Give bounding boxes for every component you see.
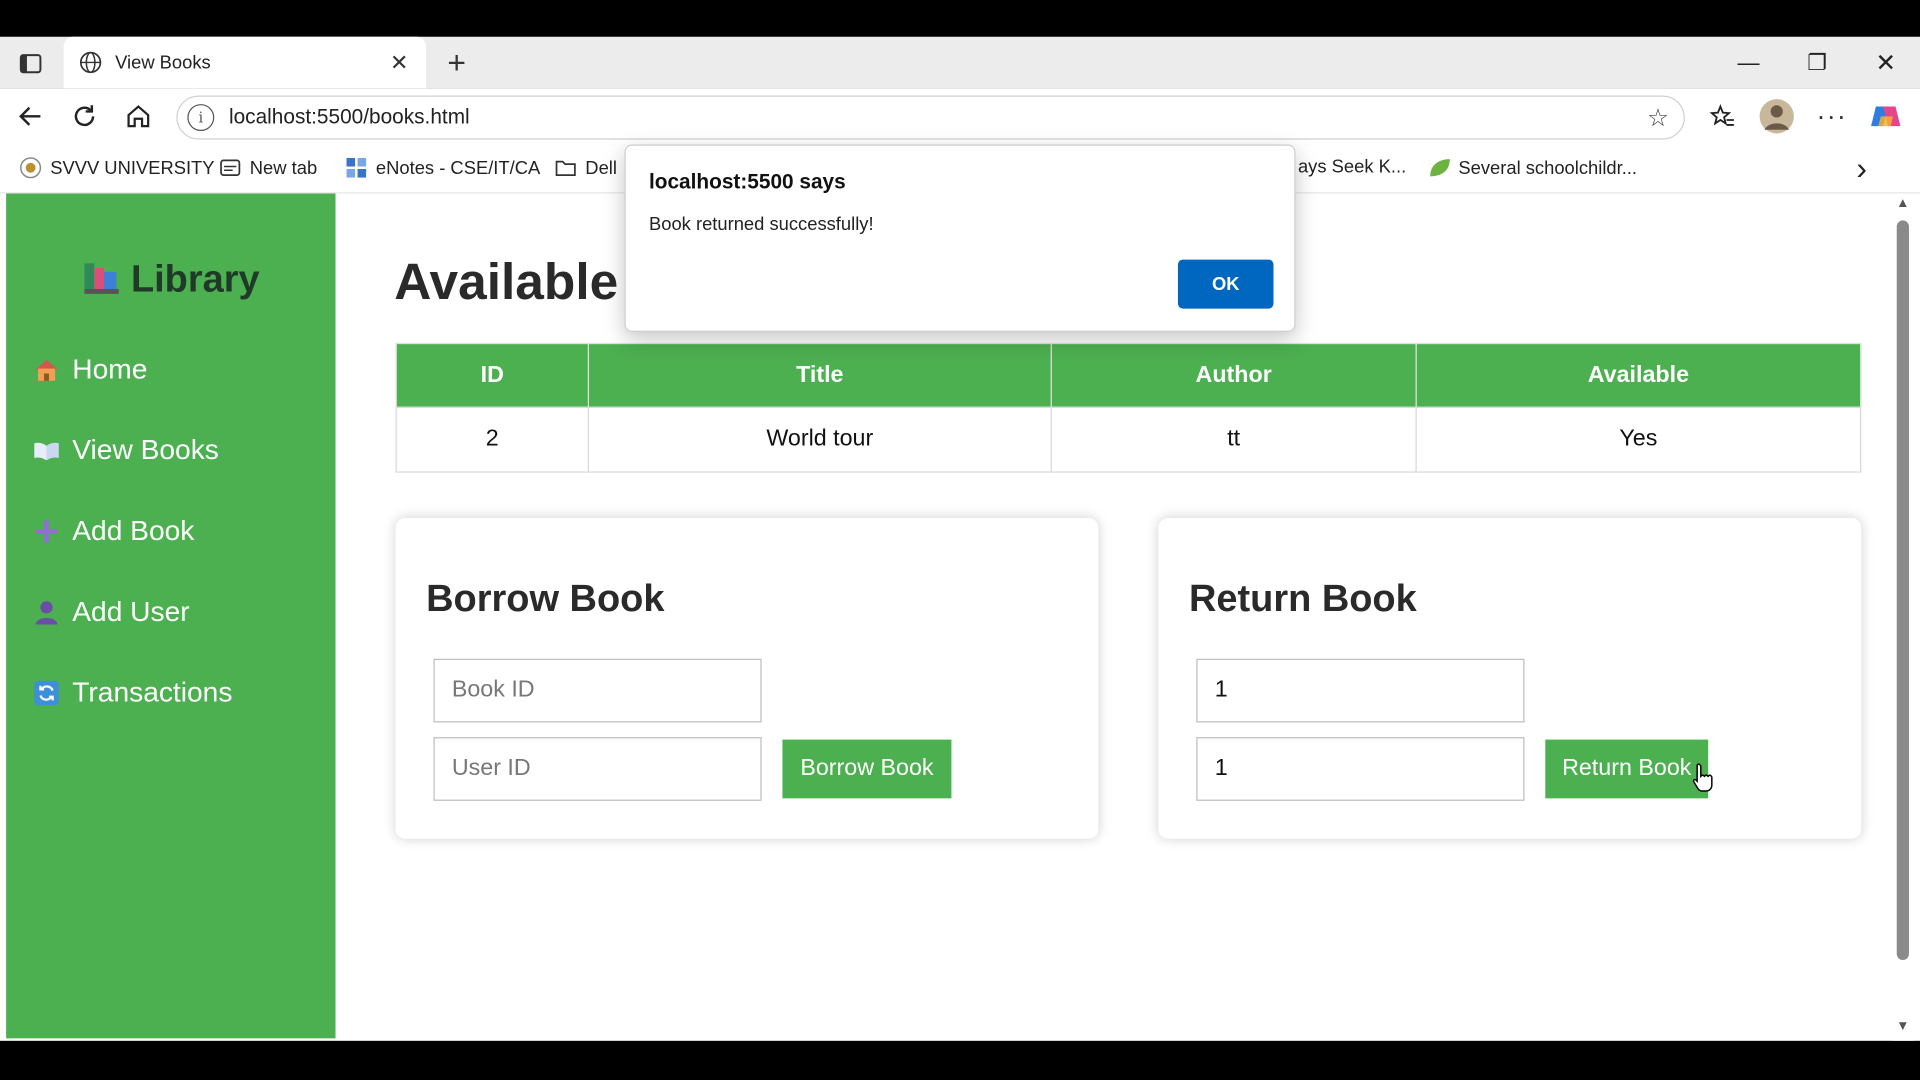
borrow-user-id-input[interactable] [433, 737, 762, 801]
sidebar-item-label: Home [72, 352, 148, 385]
new-tab-icon[interactable]: + [438, 43, 475, 81]
dialog-ok-button[interactable]: OK [1177, 259, 1274, 309]
plus-icon [33, 517, 60, 544]
hand-cursor-icon [1692, 763, 1713, 792]
scroll-thumb[interactable] [1896, 220, 1909, 961]
open-book-icon [33, 437, 60, 464]
dialog-message: Book returned successfully! [648, 214, 874, 236]
bookmark-label: Several schoolchildr... [1458, 157, 1638, 179]
folder-icon [555, 157, 577, 179]
bookmark-enotes[interactable]: eNotes - CSE/IT/CA [345, 157, 540, 179]
return-card: Return Book Return Book [1158, 517, 1862, 839]
sidebar-item-add-book[interactable]: Add Book [33, 514, 194, 547]
column-header-id: ID [395, 342, 589, 408]
house-icon [33, 356, 60, 383]
sidebar-item-transactions[interactable]: Transactions [33, 676, 232, 709]
dialog-title: localhost:5500 says [648, 170, 846, 194]
sidebar-item-label: Add User [72, 595, 190, 627]
globe-icon [78, 50, 102, 74]
return-book-id-input[interactable] [1196, 658, 1525, 723]
sidebar-item-label: Transactions [72, 675, 233, 708]
site-info-icon[interactable]: i [187, 104, 215, 132]
brand: Library [6, 257, 335, 301]
column-header-author: Author [1050, 342, 1417, 408]
back-icon[interactable] [12, 98, 49, 135]
bookmark-seek[interactable]: ays Seek K... [1298, 157, 1406, 178]
return-heading: Return Book [1188, 576, 1417, 620]
nav-bar: i localhost:5500/books.html ☆ ··· [0, 88, 1920, 145]
bookmark-label: Dell [585, 157, 617, 179]
refresh-icon [33, 679, 60, 706]
address-bar[interactable]: i localhost:5500/books.html ☆ [176, 95, 1685, 140]
tab-view-books[interactable]: View Books ✕ [63, 36, 427, 89]
enotes-icon [345, 157, 367, 179]
borrow-card: Borrow Book Borrow Book [395, 517, 1099, 839]
scroll-up-icon[interactable]: ▲ [1896, 196, 1911, 211]
tab-bar: View Books ✕ + — ❐ ✕ [0, 36, 1920, 89]
return-book-button[interactable]: Return Book [1545, 739, 1709, 799]
close-window-icon[interactable]: ✕ [1851, 37, 1920, 88]
column-header-available: Available [1415, 342, 1862, 408]
minimize-icon[interactable]: — [1714, 37, 1783, 88]
reload-icon[interactable] [66, 98, 103, 135]
books-table: ID Title Author Available 2 World tour t… [395, 342, 1862, 473]
return-user-id-input[interactable] [1196, 737, 1525, 801]
cell-id: 2 [395, 406, 589, 473]
favorite-star-icon[interactable]: ☆ [1647, 102, 1669, 133]
user-icon [33, 598, 60, 625]
bookmark-new-tab[interactable]: New tab [219, 157, 317, 179]
close-tab-icon[interactable]: ✕ [387, 50, 411, 76]
bookmark-dell[interactable]: Dell [555, 157, 617, 179]
sidebar-item-add-user[interactable]: Add User [33, 595, 190, 628]
table-header-row: ID Title Author Available [395, 342, 1862, 408]
bookmark-label: SVVV UNIVERSITY [50, 157, 215, 179]
leaf-icon [1428, 157, 1450, 179]
copilot-icon[interactable] [1867, 98, 1904, 135]
scroll-down-icon[interactable]: ▼ [1896, 1019, 1911, 1034]
cell-title: World tour [587, 406, 1052, 473]
more-options-icon[interactable]: ··· [1813, 98, 1850, 135]
bookmark-svvv[interactable]: SVVV UNIVERSITY [20, 157, 215, 179]
borrow-heading: Borrow Book [426, 576, 665, 620]
restore-icon[interactable]: ❐ [1783, 37, 1852, 88]
home-icon[interactable] [120, 98, 157, 135]
cell-available: Yes [1415, 406, 1862, 473]
vertical-scrollbar[interactable]: ▲ ▼ [1891, 193, 1914, 1041]
borrow-book-button[interactable]: Borrow Book [782, 739, 952, 799]
sidebar-item-label: View Books [72, 433, 219, 466]
profile-avatar[interactable] [1758, 98, 1795, 135]
column-header-title: Title [587, 342, 1052, 408]
bookmark-label: New tab [249, 157, 318, 179]
chevron-right-icon[interactable]: › [1856, 149, 1867, 187]
url-text[interactable]: localhost:5500/books.html [229, 105, 1647, 129]
brand-title: Library [130, 257, 260, 301]
university-icon [20, 157, 42, 179]
sidebar: Library Home View Books Add Book Add Use… [6, 193, 336, 1039]
sidebar-item-label: Add Book [72, 514, 195, 547]
sidebar-item-view-books[interactable]: View Books [33, 433, 219, 466]
favorites-icon[interactable] [1704, 98, 1741, 135]
cell-author: tt [1050, 406, 1417, 473]
tab-title: View Books [115, 52, 211, 73]
alert-dialog: localhost:5500 says Book returned succes… [624, 144, 1296, 332]
bookmark-schoolchildren[interactable]: Several schoolchildr... [1428, 157, 1637, 179]
tab-actions-icon[interactable] [12, 45, 49, 82]
bookmark-label: eNotes - CSE/IT/CA [375, 157, 541, 179]
table-row: 2 World tour tt Yes [395, 406, 1862, 473]
borrow-book-id-input[interactable] [433, 658, 762, 723]
newtab-icon [219, 157, 241, 179]
sidebar-item-home[interactable]: Home [33, 353, 147, 386]
bookmark-label: ays Seek K... [1297, 156, 1407, 178]
books-icon [82, 261, 121, 295]
